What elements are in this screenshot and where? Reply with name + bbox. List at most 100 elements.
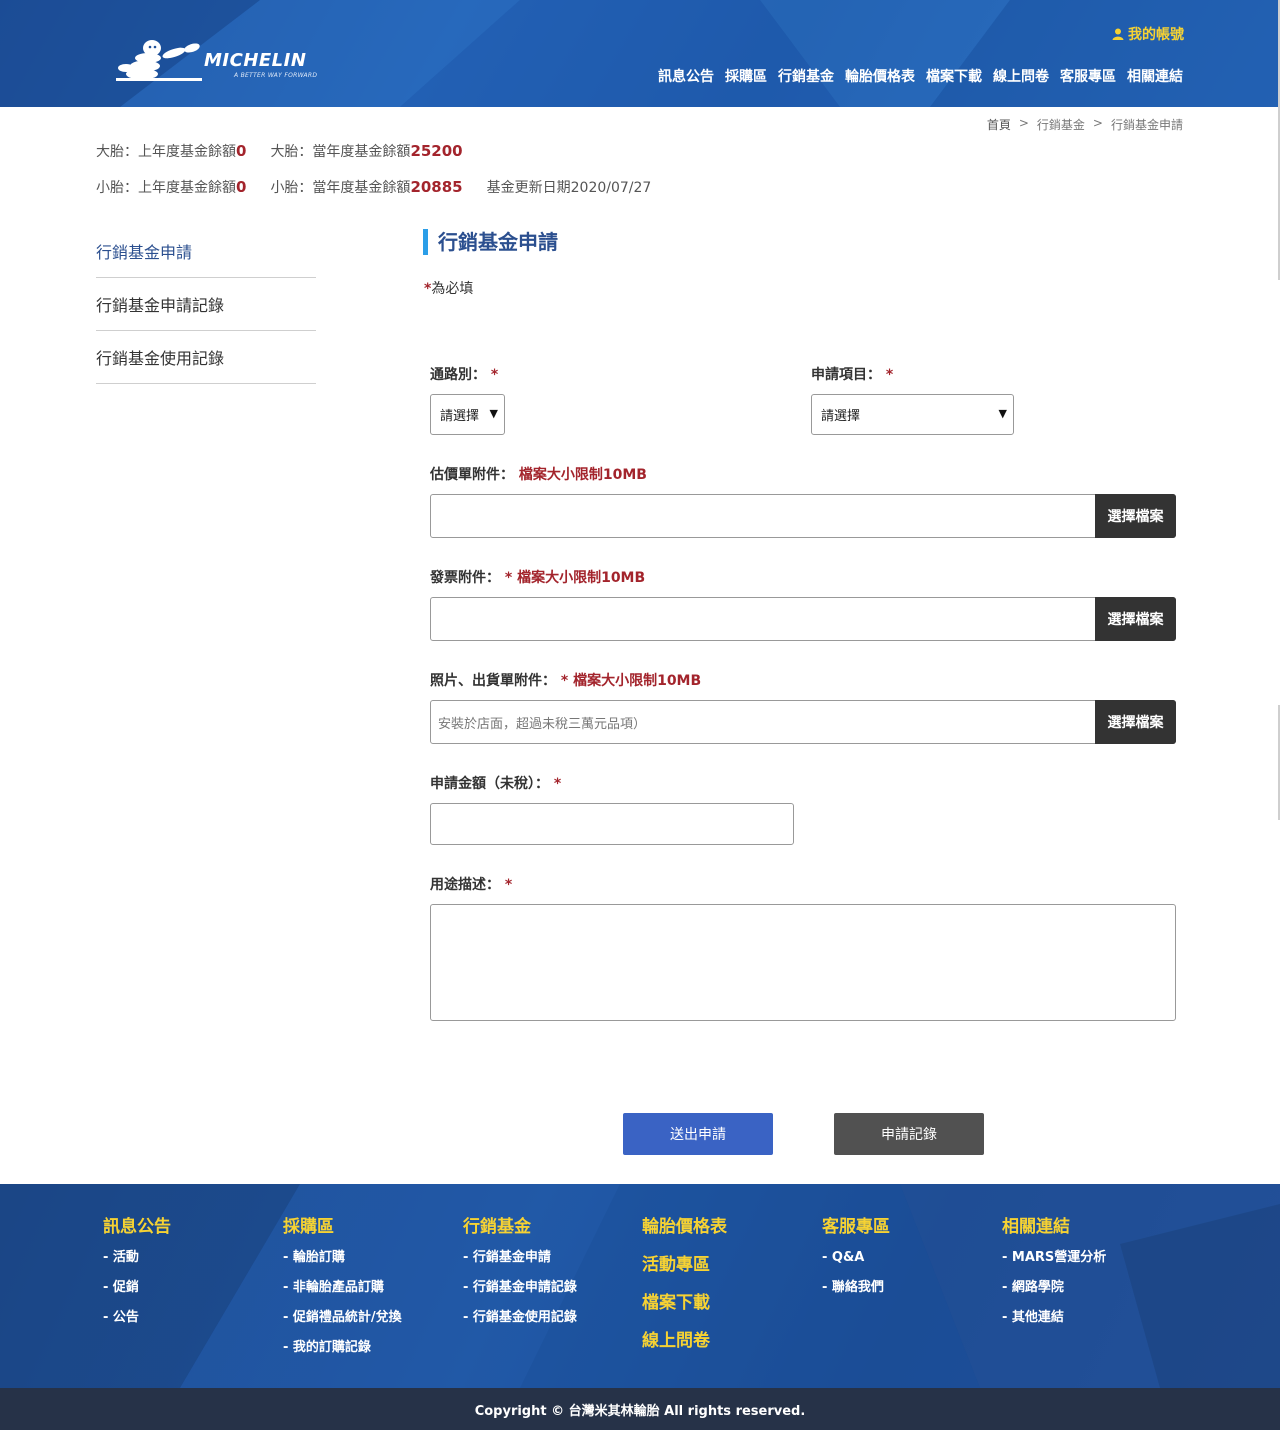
required-star: * bbox=[553, 776, 562, 792]
breadcrumb-separator: > bbox=[1018, 116, 1029, 130]
logo-wordmark: MICHELIN bbox=[204, 50, 307, 71]
photo-file-input[interactable]: 安裝於店面，超過未稅三萬元品項） 選擇檔案 bbox=[430, 700, 1176, 744]
footer-related-links-title[interactable]: 相關連結 bbox=[1002, 1212, 1106, 1237]
footer-link-gift-stats[interactable]: - 促銷禮品統計/兌換 bbox=[283, 1309, 402, 1339]
breadcrumb-home[interactable]: 首頁 bbox=[987, 116, 1011, 133]
quote-file-input[interactable]: 選擇檔案 bbox=[430, 494, 1176, 538]
photo-file-placeholder: 安裝於店面，超過未稅三萬元品項） bbox=[438, 717, 647, 732]
usage-description-textarea[interactable] bbox=[430, 904, 1176, 1021]
footer-col-news: 訊息公告 - 活動 - 促銷 - 公告 bbox=[103, 1212, 171, 1339]
big-curr-balance-label: 大胎：當年度基金餘額 bbox=[270, 144, 411, 160]
size-limit-note: 檔案大小限制10MB bbox=[518, 467, 647, 483]
footer-link-tire-order[interactable]: - 輪胎訂購 bbox=[283, 1249, 402, 1279]
footer-col-purchase: 採購區 - 輪胎訂購 - 非輪胎產品訂購 - 促銷禮品統計/兌換 - 我的訂購記… bbox=[283, 1212, 402, 1369]
footer-link-mars-analysis[interactable]: - MARS營運分析 bbox=[1002, 1249, 1106, 1279]
site-header: MICHELIN A BETTER WAY FORWARD 我的帳號 訊息公告 … bbox=[0, 0, 1280, 107]
apply-item-select-value: 請選擇 bbox=[821, 409, 861, 424]
site-footer: 訊息公告 - 活動 - 促銷 - 公告 採購區 - 輪胎訂購 - 非輪胎產品訂購… bbox=[0, 1184, 1280, 1388]
required-star: * bbox=[560, 673, 569, 689]
sidebar-item-apply-records[interactable]: 行銷基金申請記錄 bbox=[96, 278, 316, 331]
michelin-logo[interactable]: MICHELIN A BETTER WAY FORWARD bbox=[112, 38, 326, 84]
amount-input[interactable] bbox=[430, 803, 794, 845]
small-curr-balance: 小胎：當年度基金餘額20885 bbox=[270, 177, 462, 197]
footer-purchase-title[interactable]: 採購區 bbox=[283, 1212, 402, 1237]
invoice-file-input[interactable]: 選擇檔案 bbox=[430, 597, 1176, 641]
footer-link-fund-apply-records[interactable]: - 行銷基金申請記錄 bbox=[463, 1279, 577, 1309]
dropdown-arrow-icon: ▼ bbox=[489, 407, 498, 420]
footer-col-marketing-fund: 行銷基金 - 行銷基金申請 - 行銷基金申請記錄 - 行銷基金使用記錄 bbox=[463, 1212, 577, 1339]
small-curr-balance-label: 小胎：當年度基金餘額 bbox=[270, 180, 411, 196]
big-curr-balance-value: 25200 bbox=[410, 142, 463, 160]
footer-link-activity-zone[interactable]: 活動專區 bbox=[642, 1250, 727, 1288]
nav-tire-price-list[interactable]: 輪胎價格表 bbox=[845, 66, 915, 86]
bibendum-icon bbox=[116, 40, 202, 81]
footer-news-title[interactable]: 訊息公告 bbox=[103, 1212, 171, 1237]
my-account-link[interactable]: 我的帳號 bbox=[1112, 24, 1184, 44]
photo-choose-file-button[interactable]: 選擇檔案 bbox=[1095, 700, 1176, 744]
small-tire-fund-row: 小胎：上年度基金餘額0 小胎：當年度基金餘額20885 基金更新日期2020/0… bbox=[96, 177, 651, 197]
channel-select-value: 請選擇 bbox=[440, 409, 480, 424]
size-limit-note: 檔案大小限制10MB bbox=[517, 570, 646, 586]
footer-customer-service-title[interactable]: 客服專區 bbox=[822, 1212, 890, 1237]
footer-link-file-download[interactable]: 檔案下載 bbox=[642, 1288, 727, 1326]
footer-marketing-fund-title[interactable]: 行銷基金 bbox=[463, 1212, 577, 1237]
size-limit-note: 檔案大小限制10MB bbox=[573, 673, 702, 689]
dropdown-arrow-icon: ▼ bbox=[998, 407, 1007, 420]
submit-application-button[interactable]: 送出申請 bbox=[623, 1113, 773, 1155]
nav-purchase[interactable]: 採購區 bbox=[725, 66, 767, 86]
required-star: * bbox=[885, 367, 894, 383]
required-note-text: 為必填 bbox=[431, 281, 474, 297]
channel-label-text: 通路別： bbox=[430, 367, 486, 383]
small-curr-balance-value: 20885 bbox=[410, 178, 463, 196]
invoice-attachment-label: 發票附件： * 檔案大小限制10MB bbox=[430, 567, 645, 587]
quote-attachment-label: 估價單附件： 檔案大小限制10MB bbox=[430, 464, 647, 484]
footer-link-qa[interactable]: - Q&A bbox=[822, 1249, 890, 1279]
footer-link-e-academy[interactable]: - 網路學院 bbox=[1002, 1279, 1106, 1309]
nav-news[interactable]: 訊息公告 bbox=[658, 66, 714, 86]
quote-choose-file-button[interactable]: 選擇檔案 bbox=[1095, 494, 1176, 538]
footer-link-promotion[interactable]: - 促銷 bbox=[103, 1279, 171, 1309]
footer-link-announcement[interactable]: - 公告 bbox=[103, 1309, 171, 1339]
footer-link-fund-usage-records[interactable]: - 行銷基金使用記錄 bbox=[463, 1309, 577, 1339]
small-prev-balance-value: 0 bbox=[236, 178, 247, 196]
breadcrumb-current: 行銷基金申請 bbox=[1110, 118, 1183, 132]
usage-description-label: 用途描述： * bbox=[430, 874, 512, 894]
footer-link-my-orders[interactable]: - 我的訂購記錄 bbox=[283, 1339, 402, 1369]
footer-col-related-links: 相關連結 - MARS營運分析 - 網路學院 - 其他連結 bbox=[1002, 1212, 1106, 1339]
apply-item-select[interactable]: 請選擇 ▼ bbox=[811, 394, 1014, 435]
nav-marketing-fund[interactable]: 行銷基金 bbox=[778, 66, 834, 86]
logo-tagline: A BETTER WAY FORWARD bbox=[234, 72, 318, 79]
copyright-bar: Copyright © 台灣米其林輪胎 All rights reserved. bbox=[0, 1388, 1280, 1430]
footer-link-fund-apply[interactable]: - 行銷基金申請 bbox=[463, 1249, 577, 1279]
photo-attachment-label-text: 照片、出貨單附件： bbox=[430, 673, 556, 689]
channel-select[interactable]: 請選擇 ▼ bbox=[430, 394, 505, 435]
footer-link-other-links[interactable]: - 其他連結 bbox=[1002, 1309, 1106, 1339]
small-prev-balance: 小胎：上年度基金餘額0 bbox=[96, 177, 246, 197]
nav-related-links[interactable]: 相關連結 bbox=[1127, 66, 1183, 86]
amount-label: 申請金額（未稅）： * bbox=[430, 773, 561, 793]
nav-online-survey[interactable]: 線上問卷 bbox=[993, 66, 1049, 86]
footer-link-online-survey[interactable]: 線上問卷 bbox=[642, 1326, 727, 1364]
invoice-choose-file-button[interactable]: 選擇檔案 bbox=[1095, 597, 1176, 641]
page-title: 行銷基金申請 bbox=[423, 229, 558, 255]
sidebar-item-usage-records[interactable]: 行銷基金使用記錄 bbox=[96, 331, 316, 384]
footer-col-customer-service: 客服專區 - Q&A - 聯絡我們 bbox=[822, 1212, 890, 1309]
footer-link-tire-price-list[interactable]: 輪胎價格表 bbox=[642, 1212, 727, 1250]
usage-description-label-text: 用途描述： bbox=[430, 877, 500, 893]
sidebar-item-fund-apply[interactable]: 行銷基金申請 bbox=[96, 225, 316, 278]
small-prev-balance-label: 小胎：上年度基金餘額 bbox=[96, 180, 236, 196]
application-records-button[interactable]: 申請記錄 bbox=[834, 1113, 984, 1155]
nav-customer-service[interactable]: 客服專區 bbox=[1060, 66, 1116, 86]
footer-link-non-tire-order[interactable]: - 非輪胎產品訂購 bbox=[283, 1279, 402, 1309]
footer-link-activity[interactable]: - 活動 bbox=[103, 1249, 171, 1279]
breadcrumb-marketing-fund[interactable]: 行銷基金 bbox=[1037, 116, 1085, 133]
breadcrumb: 首頁 > 行銷基金 > 行銷基金申請 bbox=[987, 116, 1183, 133]
big-prev-balance-value: 0 bbox=[236, 142, 247, 160]
fund-update-date: 基金更新日期2020/07/27 bbox=[486, 180, 652, 196]
channel-label: 通路別： * bbox=[430, 364, 498, 384]
footer-col-more: 輪胎價格表 活動專區 檔案下載 線上問卷 bbox=[642, 1212, 727, 1364]
big-prev-balance: 大胎：上年度基金餘額0 bbox=[96, 141, 246, 161]
nav-file-download[interactable]: 檔案下載 bbox=[926, 66, 982, 86]
footer-link-contact-us[interactable]: - 聯絡我們 bbox=[822, 1279, 890, 1309]
apply-item-label: 申請項目： * bbox=[811, 364, 893, 384]
